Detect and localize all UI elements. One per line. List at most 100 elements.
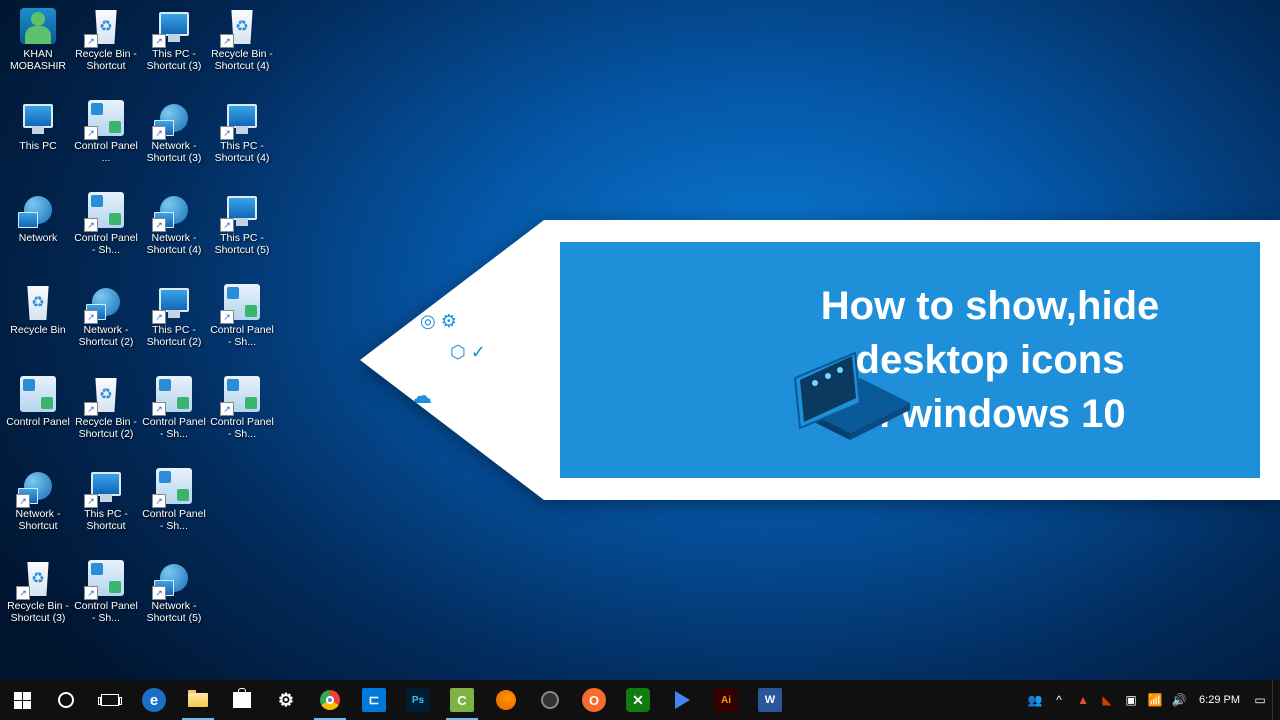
tray-tray-app1-icon[interactable]: ▲ <box>1071 680 1095 720</box>
user-icon <box>20 8 56 44</box>
net-icon <box>20 192 56 228</box>
taskbar-play-button[interactable] <box>660 680 704 720</box>
desktop-icon-recycle[interactable]: ↗Recycle Bin - Shortcut (2) <box>72 372 140 464</box>
desktop-icon-label: This PC - Shortcut (2) <box>141 322 207 348</box>
taskbar-origin-button[interactable]: O <box>572 680 616 720</box>
desktop-icon-net[interactable]: Network <box>4 188 72 280</box>
desktop-icon-label: Recycle Bin - Shortcut <box>73 46 139 72</box>
taskbar-xbox-button[interactable]: ✕ <box>616 680 660 720</box>
shortcut-arrow-icon: ↗ <box>152 126 166 140</box>
desktop-icon-label: Network - Shortcut (4) <box>141 230 207 256</box>
taskbar-start-button[interactable] <box>0 680 44 720</box>
shortcut-arrow-icon: ↗ <box>84 586 98 600</box>
desktop-icon-pc[interactable]: ↗This PC - Shortcut (2) <box>140 280 208 372</box>
taskbar-obs-button[interactable] <box>528 680 572 720</box>
desktop-icon-label: This PC <box>19 138 56 152</box>
desktop-icon-label: This PC - Shortcut (3) <box>141 46 207 72</box>
desktop-icon-label: Recycle Bin <box>10 322 65 336</box>
action-center-icon[interactable]: ▭ <box>1248 680 1272 720</box>
desktop-icon-cp[interactable]: ↗Control Panel - Sh... <box>140 372 208 464</box>
tray-tray-app2-icon[interactable]: ◣ <box>1095 680 1119 720</box>
laptop-illustration-icon <box>770 338 920 448</box>
store-icon <box>230 688 254 712</box>
shortcut-arrow-icon: ↗ <box>84 402 98 416</box>
shortcut-arrow-icon: ↗ <box>84 34 98 48</box>
task-view-icon <box>98 688 122 712</box>
shortcut-arrow-icon: ↗ <box>16 494 30 508</box>
taskbar-file-explorer-button[interactable] <box>176 680 220 720</box>
desktop-icon-cp[interactable]: ↗Control Panel - Sh... <box>208 280 276 372</box>
desktop-icon-cp[interactable]: ↗Control Panel - Sh... <box>140 464 208 556</box>
desktop-icon-user[interactable]: KHAN MOBASHIR <box>4 4 72 96</box>
tray-chevron-icon[interactable]: ^ <box>1047 680 1071 720</box>
desktop-icon-cp[interactable]: ↗Control Panel - Sh... <box>208 372 276 464</box>
desktop-icon-label: Control Panel - Sh... <box>73 230 139 256</box>
file-explorer-icon <box>186 688 210 712</box>
desktop-icon-recycle[interactable]: Recycle Bin <box>4 280 72 372</box>
desktop-icon-cp[interactable]: ↗Control Panel ... <box>72 96 140 188</box>
show-desktop-button[interactable] <box>1272 680 1278 720</box>
desktop-icon-cp[interactable]: Control Panel <box>4 372 72 464</box>
taskbar-vscode-button[interactable]: ⊏ <box>352 680 396 720</box>
desktop-icon-label: Network - Shortcut (2) <box>73 322 139 348</box>
desktop-icon-net[interactable]: ↗Network - Shortcut (4) <box>140 188 208 280</box>
shortcut-arrow-icon: ↗ <box>220 126 234 140</box>
desktop-icon-pc[interactable]: ↗This PC - Shortcut (5) <box>208 188 276 280</box>
shortcut-arrow-icon: ↗ <box>152 218 166 232</box>
taskbar-cortana-button[interactable] <box>44 680 88 720</box>
taskbar-photoshop-button[interactable]: Ps <box>396 680 440 720</box>
desktop-icon-label: Network <box>19 230 58 244</box>
desktop-icon-pc[interactable]: ↗This PC - Shortcut (3) <box>140 4 208 96</box>
desktop-icon-label: This PC - Shortcut <box>73 506 139 532</box>
tray-tray-defender-icon[interactable]: ▣ <box>1119 680 1143 720</box>
shortcut-arrow-icon: ↗ <box>16 586 30 600</box>
settings-icon: ⚙ <box>274 688 298 712</box>
desktop-icon-label: Network - Shortcut (3) <box>141 138 207 164</box>
play-icon <box>670 688 694 712</box>
tray-volume-icon[interactable]: 🔊 <box>1167 680 1191 720</box>
taskbar-chrome-button[interactable] <box>308 680 352 720</box>
xbox-icon: ✕ <box>626 688 650 712</box>
tray-network-icon[interactable]: 📶 <box>1143 680 1167 720</box>
shortcut-arrow-icon: ↗ <box>152 34 166 48</box>
taskbar-camtasia-button[interactable]: C <box>440 680 484 720</box>
desktop-icon-pc[interactable]: This PC <box>4 96 72 188</box>
desktop-icon-label: Control Panel - Sh... <box>209 322 275 348</box>
taskbar-illustrator-button[interactable]: Ai <box>704 680 748 720</box>
taskbar-task-view-button[interactable] <box>88 680 132 720</box>
desktop-icon-cp[interactable]: ↗Control Panel - Sh... <box>72 188 140 280</box>
desktop-icon-label: Network - Shortcut (5) <box>141 598 207 624</box>
taskbar-edge-button[interactable]: e <box>132 680 176 720</box>
taskbar-firefox-button[interactable] <box>484 680 528 720</box>
tray-people-icon[interactable]: 👥 <box>1023 680 1047 720</box>
desktop-icon-net[interactable]: ↗Network - Shortcut (3) <box>140 96 208 188</box>
obs-icon <box>538 688 562 712</box>
desktop-icon-label: Recycle Bin - Shortcut (2) <box>73 414 139 440</box>
taskbar-store-button[interactable] <box>220 680 264 720</box>
banner-deco-icons: ◎ ⚙ ⬡ ✓ ☁ <box>420 311 486 409</box>
edge-icon: e <box>142 688 166 712</box>
desktop-icon-pc[interactable]: ↗This PC - Shortcut <box>72 464 140 556</box>
desktop-icon-net[interactable]: ↗Network - Shortcut <box>4 464 72 556</box>
desktop-icon-net[interactable]: ↗Network - Shortcut (5) <box>140 556 208 648</box>
taskbar-word-button[interactable]: W <box>748 680 792 720</box>
desktop-icon-recycle[interactable]: ↗Recycle Bin - Shortcut <box>72 4 140 96</box>
desktop-icon-net[interactable]: ↗Network - Shortcut (2) <box>72 280 140 372</box>
shortcut-arrow-icon: ↗ <box>152 586 166 600</box>
shortcut-arrow-icon: ↗ <box>220 218 234 232</box>
desktop-icon-cp[interactable]: ↗Control Panel - Sh... <box>72 556 140 648</box>
shortcut-arrow-icon: ↗ <box>84 494 98 508</box>
taskbar-clock[interactable]: 6:29 PM <box>1191 694 1248 706</box>
firefox-icon <box>494 688 518 712</box>
desktop-icon-label: Control Panel - Sh... <box>141 414 207 440</box>
start-icon <box>10 688 34 712</box>
taskbar-settings-button[interactable]: ⚙ <box>264 680 308 720</box>
desktop-icon-pc[interactable]: ↗This PC - Shortcut (4) <box>208 96 276 188</box>
desktop-icon-label: Control Panel - Sh... <box>209 414 275 440</box>
pc-icon <box>20 100 56 136</box>
desktop-icon-label: Recycle Bin - Shortcut (3) <box>5 598 71 624</box>
desktop-icon-recycle[interactable]: ↗Recycle Bin - Shortcut (3) <box>4 556 72 648</box>
desktop-icon-label: Control Panel - Sh... <box>73 598 139 624</box>
desktop-icon-recycle[interactable]: ↗Recycle Bin - Shortcut (4) <box>208 4 276 96</box>
desktop-icon-label: Recycle Bin - Shortcut (4) <box>209 46 275 72</box>
